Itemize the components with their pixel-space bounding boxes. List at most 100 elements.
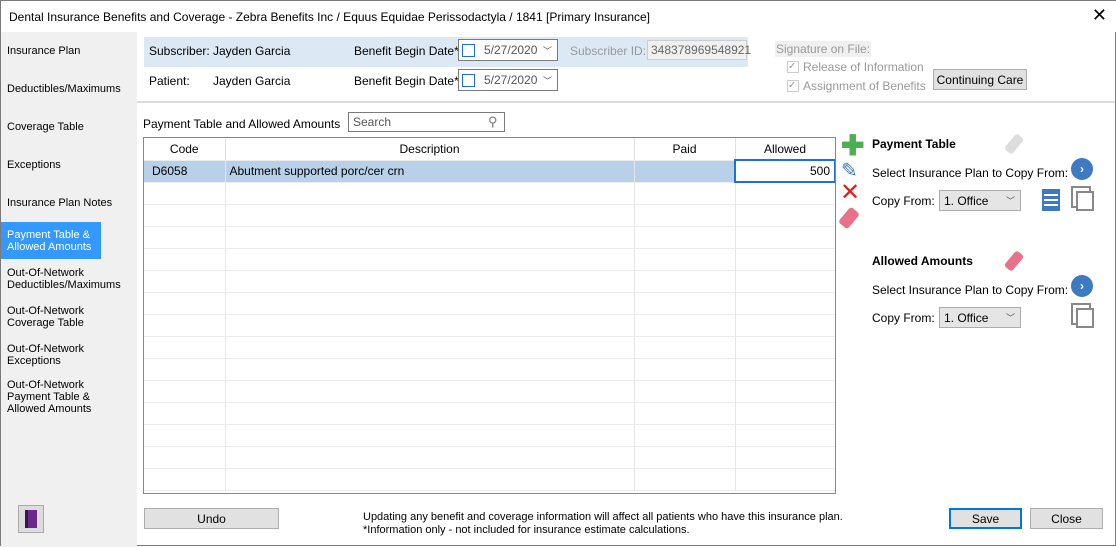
empty-cell <box>735 424 835 447</box>
release-checkbox[interactable]: ✓ Release of Information <box>787 60 924 74</box>
empty-cell <box>634 468 736 491</box>
title-bar: Dental Insurance Benefits and Coverage -… <box>1 1 1116 32</box>
empty-cell <box>144 182 226 205</box>
allowed-select-label: Select Insurance Plan to Copy From: <box>872 283 1069 297</box>
empty-cell <box>144 424 226 447</box>
empty-cell <box>634 380 736 403</box>
empty-cell <box>144 358 226 381</box>
subscriber-begin-label: Benefit Begin Date* <box>354 44 459 58</box>
empty-row <box>144 380 835 403</box>
empty-cell <box>144 380 226 403</box>
eraser-icon[interactable] <box>837 206 861 230</box>
empty-cell <box>634 204 736 227</box>
clear-payment-eraser-icon[interactable] <box>1003 133 1025 155</box>
sidebar-item-plan-notes[interactable]: Insurance Plan Notes <box>1 190 137 216</box>
empty-cell <box>225 248 635 271</box>
empty-cell <box>634 402 736 425</box>
assignment-checkbox[interactable]: ✓ Assignment of Benefits <box>787 79 926 93</box>
sidebar-item-deductibles[interactable]: Deductibles/Maximums <box>1 76 137 102</box>
empty-cell <box>225 358 635 381</box>
col-allowed[interactable]: Allowed <box>735 138 835 161</box>
sidebar-item-oon-coverage[interactable]: Out-Of-Network Coverage Table <box>1 302 101 332</box>
chevron-down-icon: ﹀ <box>542 75 552 86</box>
empty-cell <box>735 204 835 227</box>
close-button[interactable]: Close <box>1030 508 1103 529</box>
sidebar-item-payment-table[interactable]: Payment Table & Allowed Amounts <box>1 222 101 259</box>
cell-allowed-input[interactable]: 500 <box>734 159 835 183</box>
subscriber-id-label: Subscriber ID: <box>570 44 647 58</box>
allowed-select-arrow-icon[interactable]: › <box>1071 275 1093 297</box>
payment-copy-select[interactable]: 1. Office ﹀ <box>939 190 1021 211</box>
empty-cell <box>735 270 835 293</box>
col-paid[interactable]: Paid <box>634 138 736 161</box>
help-book-icon[interactable] <box>18 505 44 533</box>
sidebar-item-oon-deductibles[interactable]: Out-Of-Network Deductibles/Maximums <box>1 264 121 294</box>
chevron-down-icon: ﹀ <box>1005 196 1015 206</box>
empty-cell <box>634 446 736 469</box>
sidebar-item-exceptions[interactable]: Exceptions <box>1 152 137 178</box>
window-title: Dental Insurance Benefits and Coverage -… <box>9 10 651 24</box>
add-icon[interactable]: ✚ <box>841 132 864 160</box>
date-checkbox[interactable] <box>462 43 475 57</box>
date-value: 5/27/2020 <box>484 73 538 87</box>
select-value: 1. Office <box>944 193 989 208</box>
continuing-care-button[interactable]: Continuing Care <box>933 69 1027 90</box>
empty-cell <box>144 270 226 293</box>
empty-row <box>144 292 835 315</box>
empty-cell <box>735 446 835 469</box>
subscriber-label: Subscriber: <box>149 44 210 58</box>
empty-cell <box>735 468 835 491</box>
subscriber-name: Jayden Garcia <box>213 44 291 58</box>
empty-cell <box>634 226 736 249</box>
empty-cell <box>225 380 635 403</box>
empty-cell <box>735 182 835 205</box>
payment-copy-icon[interactable] <box>1076 191 1094 211</box>
empty-cell <box>634 248 736 271</box>
empty-cell <box>735 292 835 315</box>
empty-cell <box>634 270 736 293</box>
undo-button[interactable]: Undo <box>144 508 279 529</box>
empty-cell <box>144 446 226 469</box>
payment-grid: Code Description Paid Allowed D6058 Abut… <box>143 137 836 494</box>
empty-cell <box>225 336 635 359</box>
payment-select-label: Select Insurance Plan to Copy From: <box>872 166 1069 180</box>
payment-copy-label: Copy From: <box>872 194 935 208</box>
calculator-icon[interactable] <box>1042 189 1060 211</box>
date-checkbox[interactable] <box>462 73 475 87</box>
sidebar-item-oon-payment-table[interactable]: Out-Of-Network Payment Table & Allowed A… <box>1 377 101 417</box>
subscriber-id-field[interactable]: 348378969548921 <box>647 40 751 60</box>
empty-cell <box>735 358 835 381</box>
sidebar-item-insurance-plan[interactable]: Insurance Plan <box>1 38 137 64</box>
empty-cell <box>634 358 736 381</box>
select-value: 1. Office <box>944 310 989 325</box>
empty-cell <box>225 204 635 227</box>
allowed-copy-select[interactable]: 1. Office ﹀ <box>939 307 1021 328</box>
search-icon: ⚲ <box>488 114 498 129</box>
allowed-copy-icon[interactable] <box>1076 308 1094 328</box>
patient-begin-label: Benefit Begin Date* <box>354 74 459 88</box>
empty-row <box>144 402 835 425</box>
payment-select-arrow-icon[interactable]: › <box>1071 158 1093 180</box>
empty-cell <box>735 226 835 249</box>
patient-begin-date[interactable]: 5/27/2020 ﹀ <box>458 69 558 91</box>
sidebar-item-coverage-table[interactable]: Coverage Table <box>1 114 137 140</box>
col-description[interactable]: Description <box>225 138 635 161</box>
empty-row <box>144 314 835 337</box>
subscriber-begin-date[interactable]: 5/27/2020 ﹀ <box>458 39 558 61</box>
table-row[interactable]: D6058 Abutment supported porc/cer crn 50… <box>144 159 835 183</box>
search-input[interactable]: Search <box>348 112 505 132</box>
empty-row <box>144 204 835 227</box>
empty-row <box>144 358 835 381</box>
delete-icon[interactable]: ✕ <box>840 181 860 205</box>
save-button[interactable]: Save <box>949 508 1022 529</box>
close-window-button[interactable]: ✕ <box>1092 5 1107 26</box>
empty-cell <box>634 314 736 337</box>
empty-row <box>144 226 835 249</box>
clear-allowed-eraser-icon[interactable] <box>1003 250 1025 272</box>
empty-cell <box>144 402 226 425</box>
empty-cell <box>735 402 835 425</box>
empty-cell <box>735 336 835 359</box>
empty-cell <box>735 314 835 337</box>
col-code[interactable]: Code <box>144 138 226 161</box>
sidebar-item-oon-exceptions[interactable]: Out-Of-Network Exceptions <box>1 340 101 370</box>
